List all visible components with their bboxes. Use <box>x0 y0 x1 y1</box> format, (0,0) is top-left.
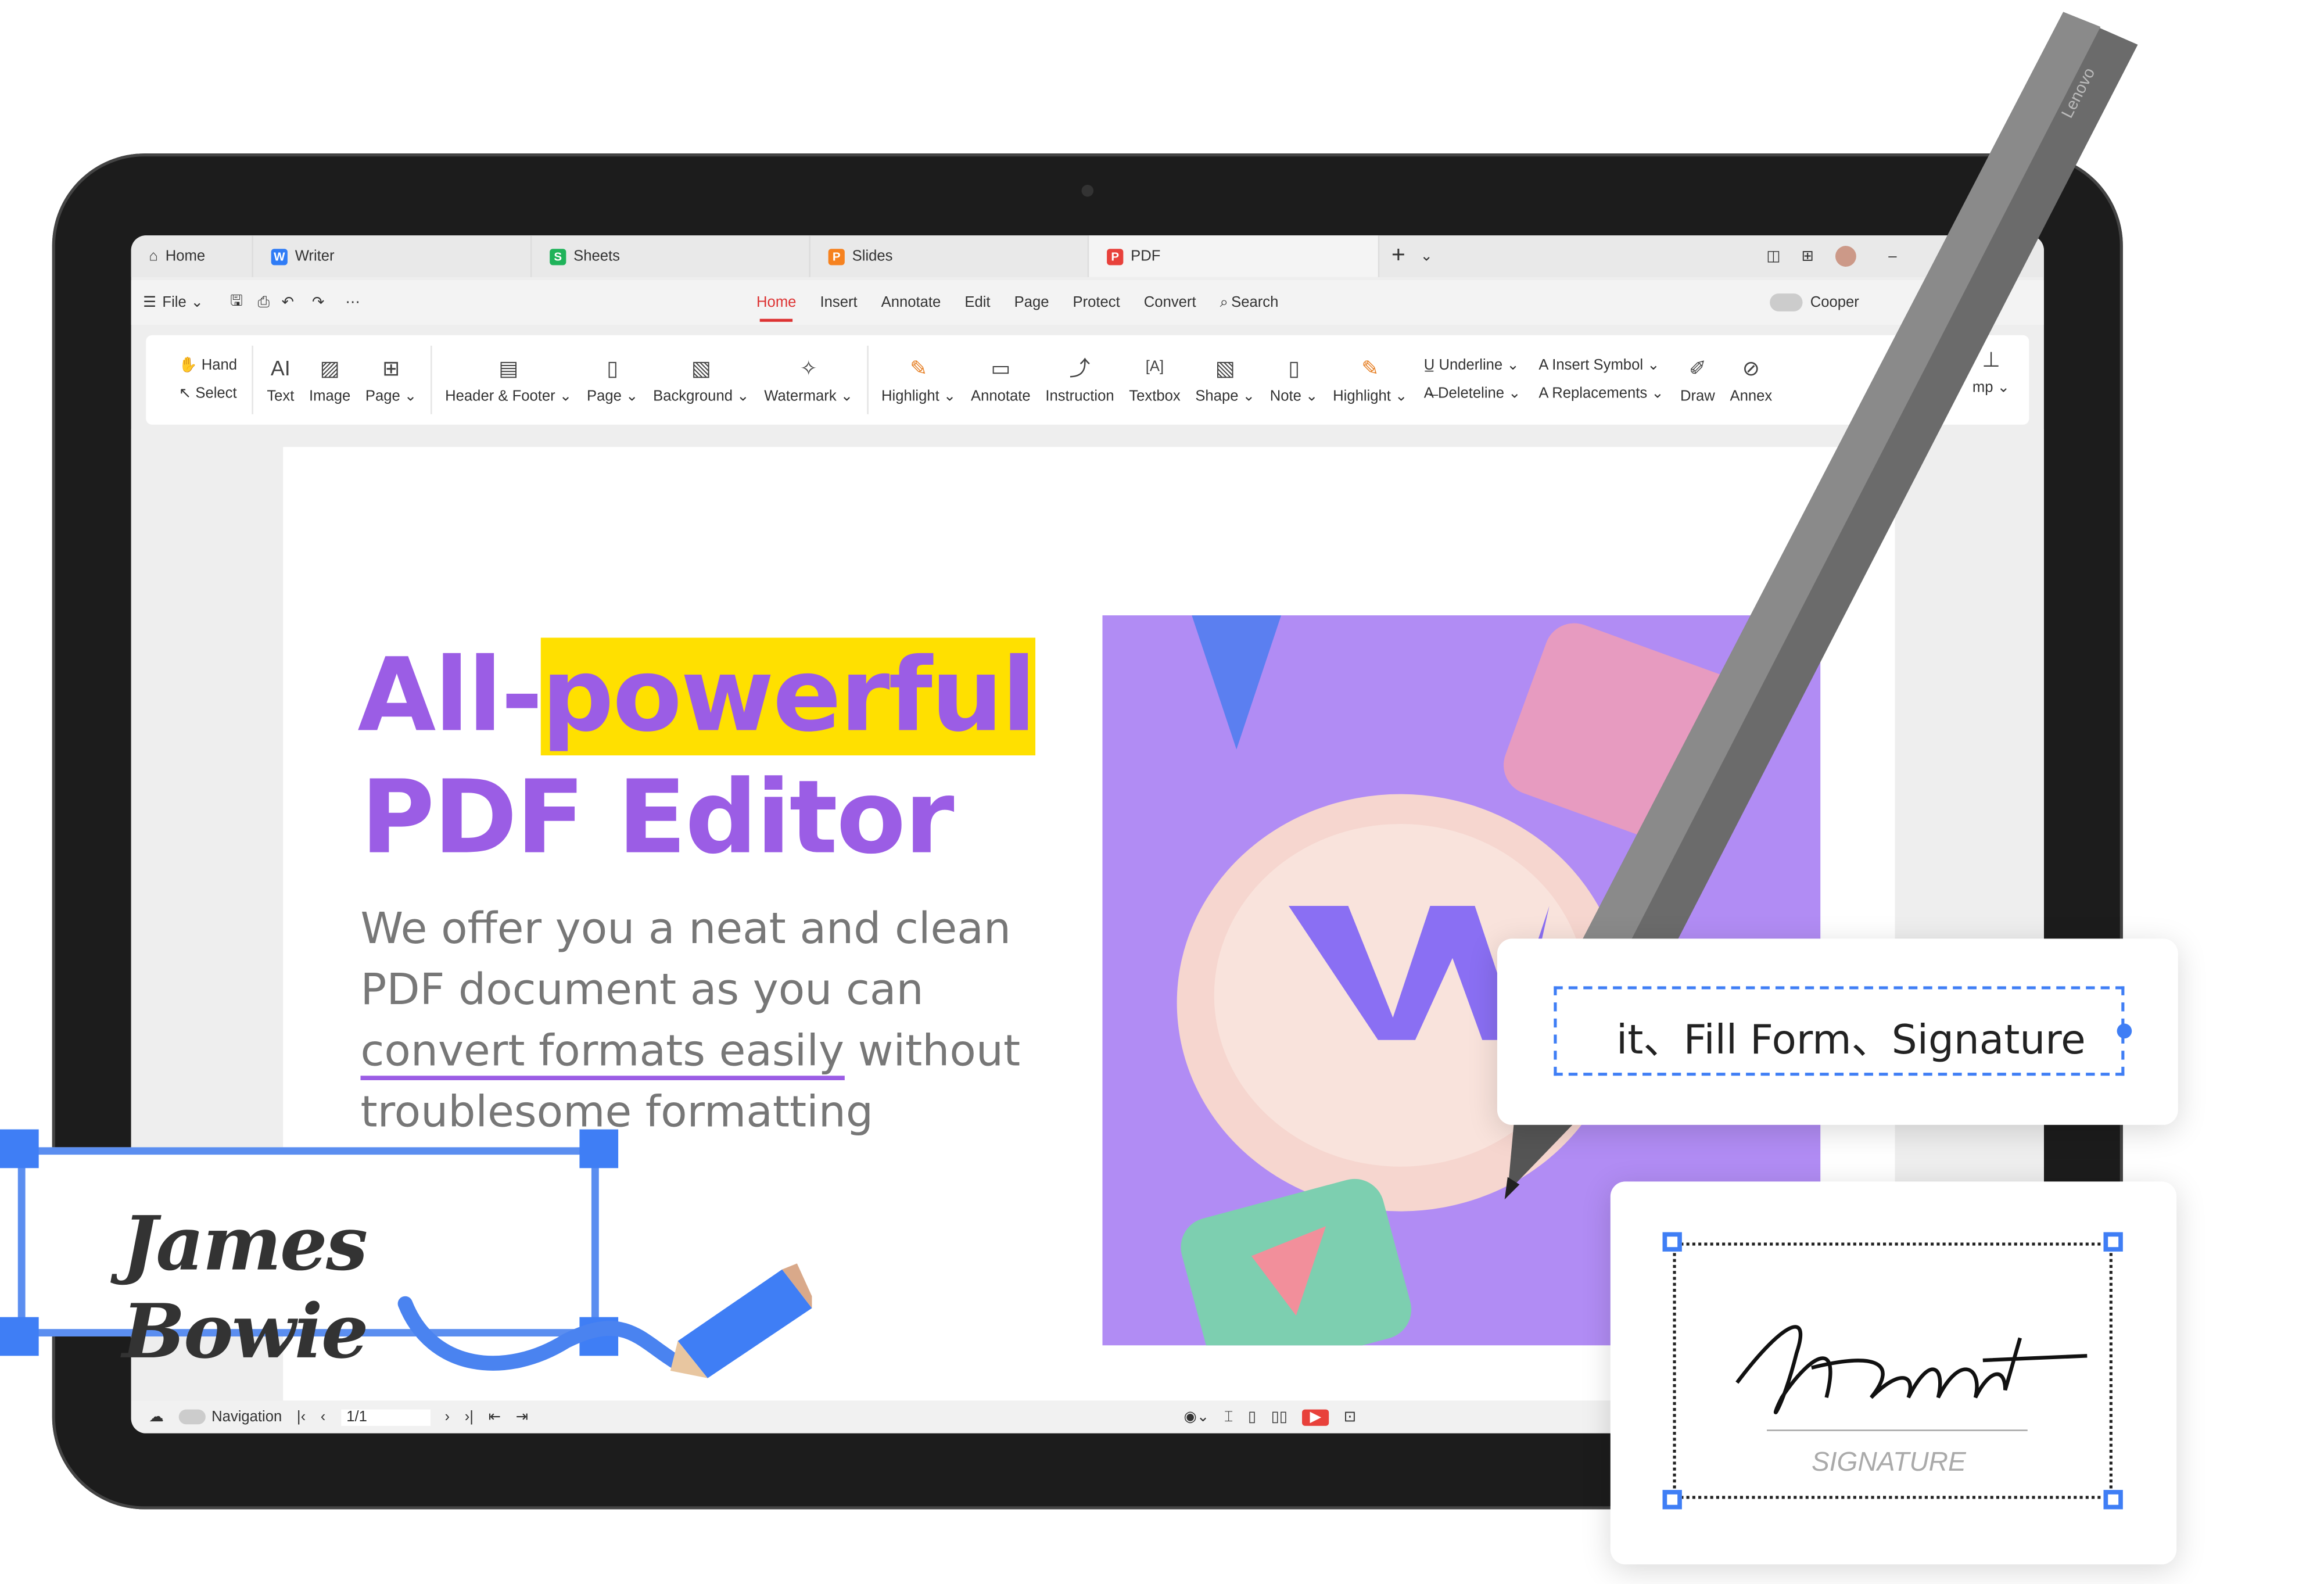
page-number-icon: ▯ <box>607 355 619 379</box>
instruction-tool[interactable]: ⤴ Instruction <box>1045 356 1114 405</box>
menu-home[interactable]: Home <box>756 294 796 321</box>
tab-sheets[interactable]: S Sheets <box>532 235 810 277</box>
header-footer-tool[interactable]: ▤ Header & Footer ⌄ <box>445 356 572 405</box>
signature-label: SIGNATURE <box>1811 1446 1966 1477</box>
textbox-icon: [A] <box>1145 358 1164 375</box>
resize-handle[interactable] <box>579 1129 619 1169</box>
note-tool[interactable]: ▯ Note ⌄ <box>1270 356 1318 405</box>
tab-slides[interactable]: P Slides <box>810 235 1089 277</box>
split-icon[interactable]: ⌶ <box>1224 1409 1233 1425</box>
slides-icon: P <box>828 248 845 265</box>
page-number-input[interactable]: 1/1 <box>340 1409 430 1425</box>
menu-icon[interactable]: ☰ <box>143 294 156 310</box>
strikethrough-icon: A̶ <box>1423 386 1434 403</box>
menu-convert[interactable]: Convert <box>1144 294 1196 310</box>
fit-width-icon[interactable]: ⇤ <box>489 1409 501 1425</box>
next-page-icon[interactable]: › <box>445 1409 450 1425</box>
menu-insert[interactable]: Insert <box>820 294 857 310</box>
file-menu[interactable]: File <box>162 294 186 310</box>
single-page-icon[interactable]: ▯ <box>1248 1409 1256 1425</box>
prev-page-icon[interactable]: ‹ <box>321 1409 326 1425</box>
chevron-down-icon: ⌄ <box>191 294 203 311</box>
highlight-tool-2[interactable]: ✎ Highlight ⌄ <box>1333 356 1407 405</box>
highlight-icon: ✎ <box>910 355 928 379</box>
fill-form-callout: it、Fill Form、Signature <box>1497 938 2178 1125</box>
highlight-icon: ✎ <box>1361 355 1379 379</box>
signature-callout: SIGNATURE <box>1610 1181 2177 1565</box>
description: We offer you a neat and clean PDF docume… <box>360 902 1021 1137</box>
search-button[interactable]: Search <box>1231 294 1278 310</box>
background-icon: ▧ <box>691 355 711 379</box>
resize-handle[interactable] <box>2117 1023 2132 1039</box>
textbox-tool[interactable]: [A] Textbox <box>1129 356 1180 404</box>
text-tool[interactable]: AI Text <box>267 356 294 405</box>
writer-icon: W <box>271 248 288 265</box>
first-page-icon[interactable]: |‹ <box>297 1409 306 1425</box>
more-icon[interactable]: ⋯ <box>345 294 360 310</box>
navigation-label: Navigation <box>211 1409 282 1425</box>
resize-handle[interactable] <box>2103 1490 2123 1510</box>
menu-protect[interactable]: Protect <box>1073 294 1120 310</box>
new-tab-plus-icon[interactable]: + <box>1391 243 1405 270</box>
home-icon: ⌂ <box>149 248 158 265</box>
note-icon: ▯ <box>1288 355 1300 379</box>
actual-size-icon[interactable]: ⊡ <box>1344 1409 1357 1425</box>
background-tool[interactable]: ▧ Background ⌄ <box>653 356 749 405</box>
page-number-tool[interactable]: ▯ Page ⌄ <box>587 356 639 405</box>
handwritten-signature <box>1735 1325 2088 1431</box>
headline-line-2: PDF Editor <box>360 759 955 878</box>
text-icon: AI <box>270 355 290 379</box>
pencil-icon <box>397 1263 812 1378</box>
image-icon: ▨ <box>320 355 340 379</box>
resize-handle[interactable] <box>0 1129 39 1169</box>
fit-page-icon[interactable]: ⇥ <box>516 1409 529 1425</box>
pdf-icon: P <box>1107 248 1124 265</box>
chevron-down-icon[interactable]: ⌄ <box>1420 248 1433 264</box>
undo-icon[interactable]: ↶ <box>282 294 295 310</box>
select-tool[interactable]: ↖ Select <box>179 386 237 402</box>
resize-handle[interactable] <box>0 1317 39 1356</box>
fill-form-text: it、Fill Form、Signature <box>1616 1017 2086 1064</box>
hand-tool[interactable]: ✋ Hand <box>179 357 237 374</box>
annotate-icon: ▭ <box>991 355 1011 379</box>
play-slideshow-icon[interactable]: ▶ <box>1302 1409 1329 1425</box>
resize-handle[interactable] <box>2103 1232 2123 1252</box>
menu-edit[interactable]: Edit <box>964 294 990 310</box>
navigation-toggle[interactable] <box>178 1409 206 1425</box>
camera <box>1081 184 1094 197</box>
tab-writer[interactable]: W Writer <box>253 235 532 277</box>
tab-pdf[interactable]: P PDF <box>1089 235 1380 277</box>
underline-icon: U̲ <box>1423 357 1435 374</box>
watermark-tool[interactable]: ✧ Watermark ⌄ <box>764 356 853 405</box>
sheets-icon: S <box>550 248 566 265</box>
highlight-tool[interactable]: ✎ Highlight ⌄ <box>881 356 956 405</box>
header-footer-icon: ▤ <box>498 355 519 379</box>
double-page-icon[interactable]: ▯▯ <box>1271 1409 1287 1425</box>
menu-annotate[interactable]: Annotate <box>881 294 941 310</box>
eye-mode-icon[interactable]: ◉⌄ <box>1183 1409 1209 1425</box>
page-insert-tool[interactable]: ⊞ Page ⌄ <box>365 356 417 405</box>
print-icon[interactable]: ⎙ <box>258 294 270 310</box>
shape-icon: ▧ <box>1215 355 1235 379</box>
save-icon[interactable]: 🖫 <box>230 290 243 316</box>
resize-handle[interactable] <box>1662 1232 1682 1252</box>
last-page-icon[interactable]: ›| <box>465 1409 474 1425</box>
headline-line-1: All-powerful <box>357 637 1037 755</box>
watermark-icon: ✧ <box>799 355 817 379</box>
annotate-tool[interactable]: ▭ Annotate <box>971 356 1031 405</box>
shape-tool[interactable]: ▧ Shape ⌄ <box>1195 356 1255 405</box>
tab-home[interactable]: ⌂ Home <box>131 235 253 277</box>
redo-icon[interactable]: ↷ <box>312 294 325 310</box>
resize-handle[interactable] <box>1662 1490 1682 1510</box>
image-tool[interactable]: ▨ Image <box>309 356 350 405</box>
menu-page[interactable]: Page <box>1014 294 1049 310</box>
search-icon[interactable]: ⌕ <box>1220 294 1228 310</box>
instruction-icon: ⤴ <box>1069 355 1091 379</box>
cloud-sync-icon[interactable]: ☁ <box>149 1409 164 1425</box>
page-add-icon: ⊞ <box>382 355 400 379</box>
